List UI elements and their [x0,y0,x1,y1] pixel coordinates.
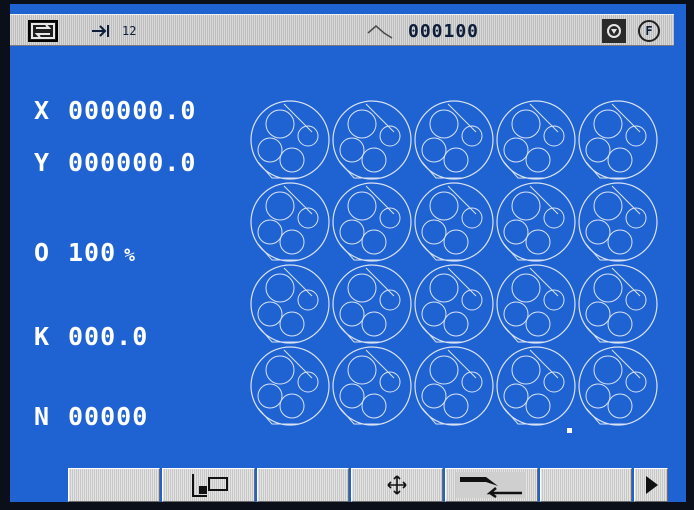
cut-arrow-icon [456,472,527,498]
softkey-1[interactable] [68,468,161,502]
pattern-part [496,182,576,262]
pattern-part [496,100,576,180]
label-o: O [34,238,51,267]
readout-k: K 000.0 [34,322,148,351]
cycle-button[interactable] [28,15,58,47]
value-o: 100 [68,238,117,267]
softkey-3[interactable] [256,468,349,502]
label-y: Y [34,148,51,177]
coordinate-readouts: X 000000.0 Y 000000.0 O 100 % K 000.0 N … [34,90,244,440]
readout-n: N 00000 [34,402,148,431]
tool-position-marker [567,428,572,433]
label-n: N [34,402,51,431]
value-n: 00000 [68,402,149,431]
pattern-part [414,346,494,426]
function-f-icon: F [638,20,660,42]
value-k: 000.0 [68,322,149,351]
step-frame-icon [192,474,229,497]
pattern-part [332,100,412,180]
pattern-part [578,346,658,426]
cutting-pattern-preview [250,100,658,433]
label-x: X [34,96,51,125]
pattern-part [496,346,576,426]
pattern-part [250,182,330,262]
program-number: 12 [122,24,137,38]
label-k: K [34,322,51,351]
pattern-part [250,346,330,426]
unit-o: % [124,245,136,266]
softkey-4[interactable] [350,468,444,502]
top-status-bar: 12 000100 F [10,14,674,46]
counter-value: 000100 [408,20,480,42]
value-y: 000000.0 [68,148,197,177]
softkey-2[interactable] [162,468,255,502]
pattern-part [414,100,494,180]
softkey-7[interactable] [633,468,668,502]
softkey-toolbar [68,468,668,502]
program-indicator: 12 [90,15,136,47]
pattern-part [250,264,330,344]
pattern-part [496,264,576,344]
pattern-part [332,346,412,426]
play-next-icon [645,476,658,494]
pattern-part [414,264,494,344]
value-x: 000000.0 [68,96,197,125]
readout-y: Y 000000.0 [34,148,196,177]
readout-x: X 000000.0 [34,96,196,125]
pattern-part [250,100,330,180]
move-arrows-icon [387,475,407,495]
readout-o: O 100 % [34,238,136,267]
counter-display: 000100 [366,15,479,47]
softkey-6[interactable] [539,468,632,502]
pattern-part [414,182,494,262]
pattern-part [578,264,658,344]
function-button[interactable]: F [638,15,660,47]
pattern-part [578,100,658,180]
program-arrow-icon [92,25,109,37]
pattern-part [332,264,412,344]
shield-button[interactable] [602,15,626,47]
pattern-part [578,182,658,262]
wave-icon [367,25,393,39]
softkey-5[interactable] [445,468,538,502]
shield-icon [602,19,626,43]
cycle-icon [28,20,58,42]
pattern-part [332,182,412,262]
